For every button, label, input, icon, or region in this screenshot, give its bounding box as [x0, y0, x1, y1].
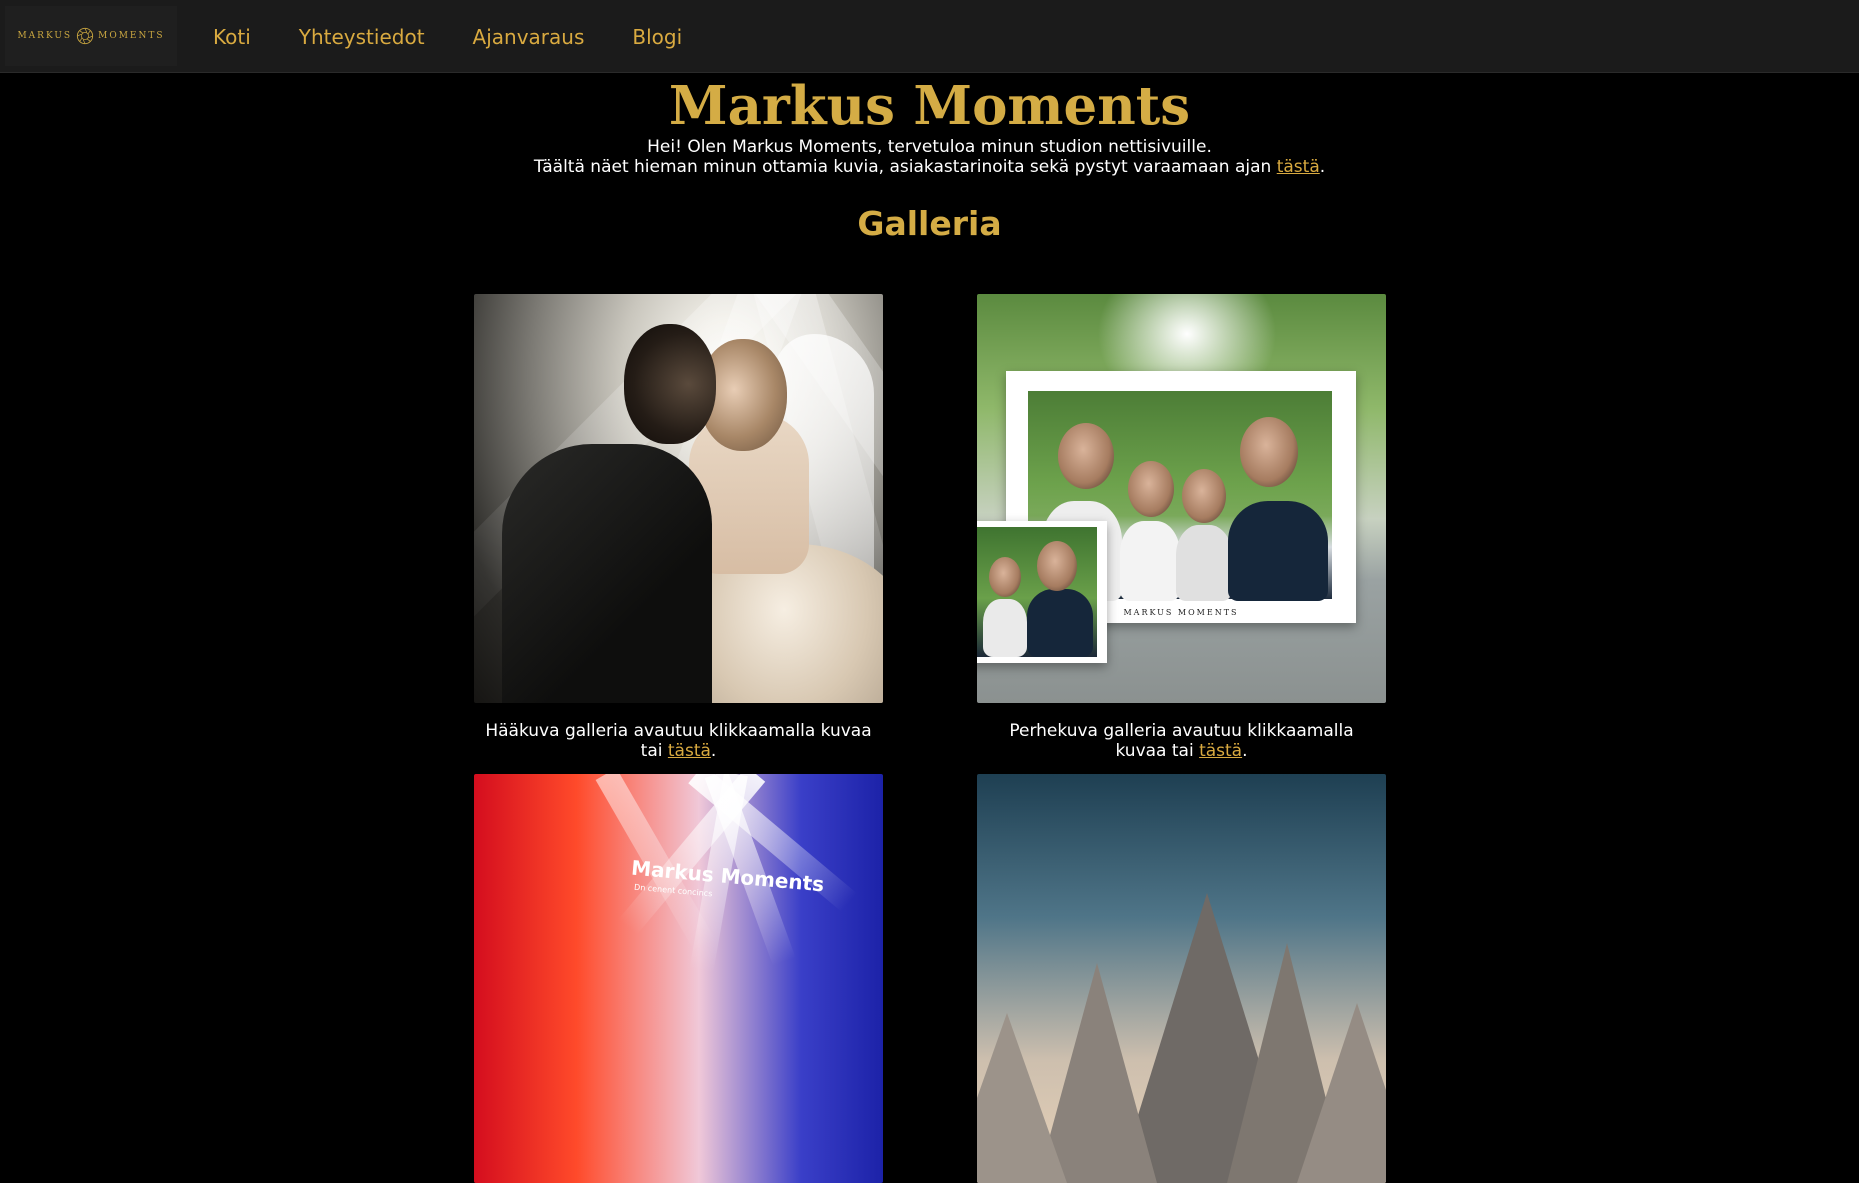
boy-shirt	[983, 599, 1027, 657]
groom-head	[624, 324, 716, 444]
intro-line-1: Hei! Olen Markus Moments, tervetuloa min…	[647, 137, 1212, 157]
nav-link-koti[interactable]: Koti	[213, 24, 251, 50]
father-shirt	[1228, 501, 1328, 601]
page-title: Markus Moments	[668, 75, 1191, 137]
mountain-photo[interactable]	[977, 774, 1386, 1183]
main-nav: Koti Yhteystiedot Ajanvaraus Blogi	[213, 24, 682, 50]
booking-link[interactable]: tästä	[1277, 157, 1320, 177]
boy-face	[989, 557, 1021, 597]
gallery-card-wedding: Hääkuva galleria avautuu klikkaamalla ku…	[474, 294, 883, 761]
family-caption-text: Perhekuva galleria avautuu klikkaamalla …	[1009, 721, 1354, 761]
nav-link-blogi[interactable]: Blogi	[632, 24, 682, 50]
intro-text: Hei! Olen Markus Moments, tervetuloa min…	[0, 137, 1859, 177]
gallery-card-landscape	[977, 774, 1386, 1183]
man-face	[1037, 541, 1077, 591]
groom-figure	[502, 444, 712, 703]
logo-text-right: MOMENTS	[98, 31, 165, 41]
wedding-caption-suffix: .	[710, 741, 717, 761]
intro-suffix: .	[1319, 157, 1326, 177]
family-print-small-image	[977, 527, 1097, 657]
nav-link-ajanvaraus[interactable]: Ajanvaraus	[473, 24, 585, 50]
top-navigation-bar: MARKUS MOMENTS Koti Yhteystiedot Ajanvar…	[0, 0, 1859, 73]
man-shirt	[1027, 589, 1093, 657]
mountain-peak	[1297, 1003, 1386, 1183]
mountain-peak	[977, 1013, 1067, 1183]
family-caption: Perhekuva galleria avautuu klikkaamalla …	[977, 721, 1386, 761]
concert-photo[interactable]: Markus Moments Dn cenent concincs	[474, 774, 883, 1183]
daughter-face	[1128, 461, 1174, 517]
mother-face	[1058, 423, 1114, 489]
daughter-shirt	[1120, 521, 1180, 601]
family-gallery-link[interactable]: tästä	[1199, 741, 1242, 761]
son-face	[1182, 469, 1226, 523]
family-print-small	[977, 521, 1107, 663]
gallery-card-concert: Markus Moments Dn cenent concincs	[474, 774, 883, 1183]
father-face	[1240, 417, 1298, 487]
family-caption-suffix: .	[1242, 741, 1248, 761]
nav-link-yhteystiedot[interactable]: Yhteystiedot	[299, 24, 425, 50]
site-logo[interactable]: MARKUS MOMENTS	[5, 6, 177, 66]
logo-text-left: MARKUS	[17, 31, 73, 41]
wedding-photo[interactable]	[474, 294, 883, 703]
intro-line-2: Täältä näet hieman minun ottamia kuvia, …	[0, 157, 1859, 177]
intro-line-2-text: Täältä näet hieman minun ottamia kuvia, …	[533, 157, 1272, 177]
son-shirt	[1176, 525, 1232, 601]
gallery-card-family: MARKUS MOMENTS Perhekuva galleria avautu…	[977, 294, 1386, 761]
aperture-icon	[77, 27, 94, 45]
family-photo[interactable]: MARKUS MOMENTS	[977, 294, 1386, 703]
wedding-gallery-link[interactable]: tästä	[668, 741, 711, 761]
wedding-caption: Hääkuva galleria avautuu klikkaamalla ku…	[474, 721, 883, 761]
gallery-heading: Galleria	[857, 204, 1002, 243]
